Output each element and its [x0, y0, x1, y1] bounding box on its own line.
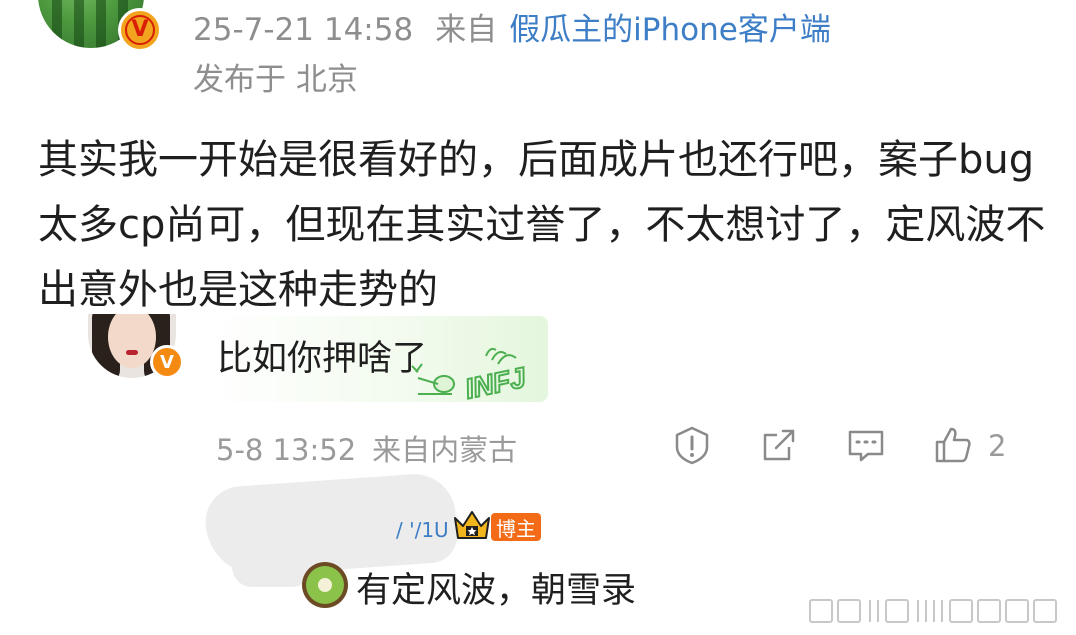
kiwi-icon [302, 562, 348, 608]
post-body: 其实我一开始是很看好的，后面成片也还行吧，案子bug太多cp尚可，但现在其实过誉… [38, 137, 1046, 313]
comment-icon[interactable] [846, 425, 886, 465]
like-icon[interactable] [933, 425, 973, 465]
reply-source: 来自内蒙古 [372, 433, 518, 467]
redacted-avatar [232, 545, 312, 587]
crown-icon [454, 511, 490, 539]
reply-text: 比如你押啥了 [217, 339, 428, 379]
post-client-link[interactable]: 假瓜主的iPhone客户端 [509, 12, 831, 48]
post-timestamp: 25-7-21 14:58 [193, 12, 414, 48]
reply-timestamp: 5-8 13:52 [216, 433, 357, 467]
infj-badge-text: INFJ [462, 361, 529, 402]
author-tag: 博主 [491, 513, 541, 541]
reply-meta: 5-8 13:52 来自内蒙古 [216, 427, 517, 469]
share-icon[interactable] [759, 425, 799, 465]
post-meta: 25-7-21 14:58 来自 假瓜主的iPhone客户端 [193, 4, 831, 49]
post-location: 发布于 北京 [193, 62, 358, 98]
infj-badge-icon: INFJ [411, 347, 531, 402]
nickname-fragment[interactable]: / '/1U [396, 518, 449, 542]
post-source-prefix: 来自 [435, 12, 498, 48]
report-icon[interactable] [672, 425, 712, 465]
watermark-icon [809, 599, 1057, 623]
reply-verified-icon: V [150, 345, 184, 379]
like-count: 2 [988, 429, 1007, 463]
sub-reply-text: 有定风波，朝雪录 [356, 571, 637, 611]
verified-icon: V [118, 8, 162, 52]
